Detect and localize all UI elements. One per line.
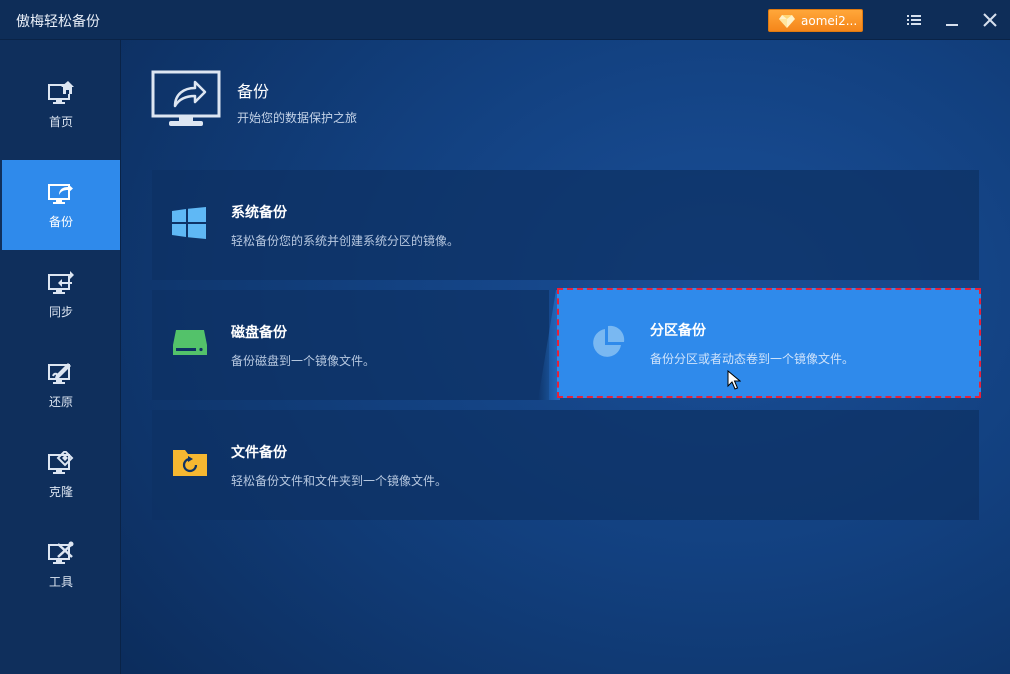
card-title: 磁盘备份 [231, 325, 287, 341]
restore-monitor-icon [48, 362, 71, 384]
sidebar-item-clone[interactable]: 克隆 [2, 430, 120, 520]
partition-backup-card[interactable]: 分区备份 备份分区或者动态卷到一个镜像文件。 [557, 288, 981, 398]
minimize-icon [946, 24, 958, 26]
main-panel: 备份 开始您的数据保护之旅 系统备份 轻松备份您的系统并创建系统分区的镜像。 磁… [121, 40, 1010, 674]
disk-icon [173, 330, 207, 355]
file-backup-card[interactable]: 文件备份 轻松备份文件和文件夹到一个镜像文件。 [152, 410, 979, 520]
card-title: 系统备份 [231, 205, 287, 221]
disk-backup-card[interactable]: 磁盘备份 备份磁盘到一个镜像文件。 [152, 290, 549, 400]
sidebar-item-label: 还原 [48, 394, 73, 409]
page-title: 备份 [237, 82, 270, 101]
clone-monitor-icon [48, 450, 74, 474]
diamond-icon [779, 14, 795, 28]
file-folder-icon [173, 450, 207, 476]
close-button[interactable] [977, 8, 1003, 32]
sidebar-item-tools[interactable]: 工具 [2, 520, 120, 610]
minimize-button[interactable] [939, 8, 965, 32]
card-description: 备份分区或者动态卷到一个镜像文件。 [650, 352, 855, 366]
home-monitor-icon [48, 80, 74, 104]
card-description: 轻松备份您的系统并创建系统分区的镜像。 [231, 234, 460, 248]
backup-monitor-icon [151, 70, 221, 126]
tools-monitor-icon [48, 541, 74, 564]
sync-monitor-icon [48, 270, 74, 294]
sidebar-item-restore[interactable]: 还原 [2, 340, 120, 430]
sidebar-item-home[interactable]: 首页 [2, 60, 120, 150]
sidebar-item-label: 工具 [48, 574, 73, 589]
app-title: 傲梅轻松备份 [16, 14, 100, 30]
sidebar-item-label: 首页 [48, 114, 73, 129]
menu-button[interactable] [901, 8, 927, 32]
sidebar-item-label: 克隆 [48, 484, 73, 499]
sidebar-item-label: 备份 [48, 214, 73, 229]
page-subtitle: 开始您的数据保护之旅 [237, 111, 358, 125]
title-bar: 傲梅轻松备份 aomei2... [0, 0, 1010, 40]
partition-pie-icon [593, 325, 625, 357]
system-backup-card[interactable]: 系统备份 轻松备份您的系统并创建系统分区的镜像。 [152, 170, 979, 280]
close-icon [983, 13, 997, 27]
card-title: 文件备份 [231, 445, 287, 461]
sidebar: 首页 备份 同步 还原 克隆 工具 [0, 40, 121, 674]
card-description: 轻松备份文件和文件夹到一个镜像文件。 [231, 474, 448, 488]
backup-monitor-icon [48, 183, 73, 204]
card-title: 分区备份 [650, 323, 706, 339]
account-label: aomei2... [801, 13, 858, 28]
menu-list-icon [907, 15, 921, 25]
sidebar-item-backup[interactable]: 备份 [2, 160, 120, 250]
account-button[interactable]: aomei2... [768, 9, 863, 32]
sidebar-item-sync[interactable]: 同步 [2, 250, 120, 340]
card-description: 备份磁盘到一个镜像文件。 [231, 354, 376, 368]
sidebar-item-label: 同步 [48, 304, 73, 319]
windows-icon [172, 207, 206, 239]
